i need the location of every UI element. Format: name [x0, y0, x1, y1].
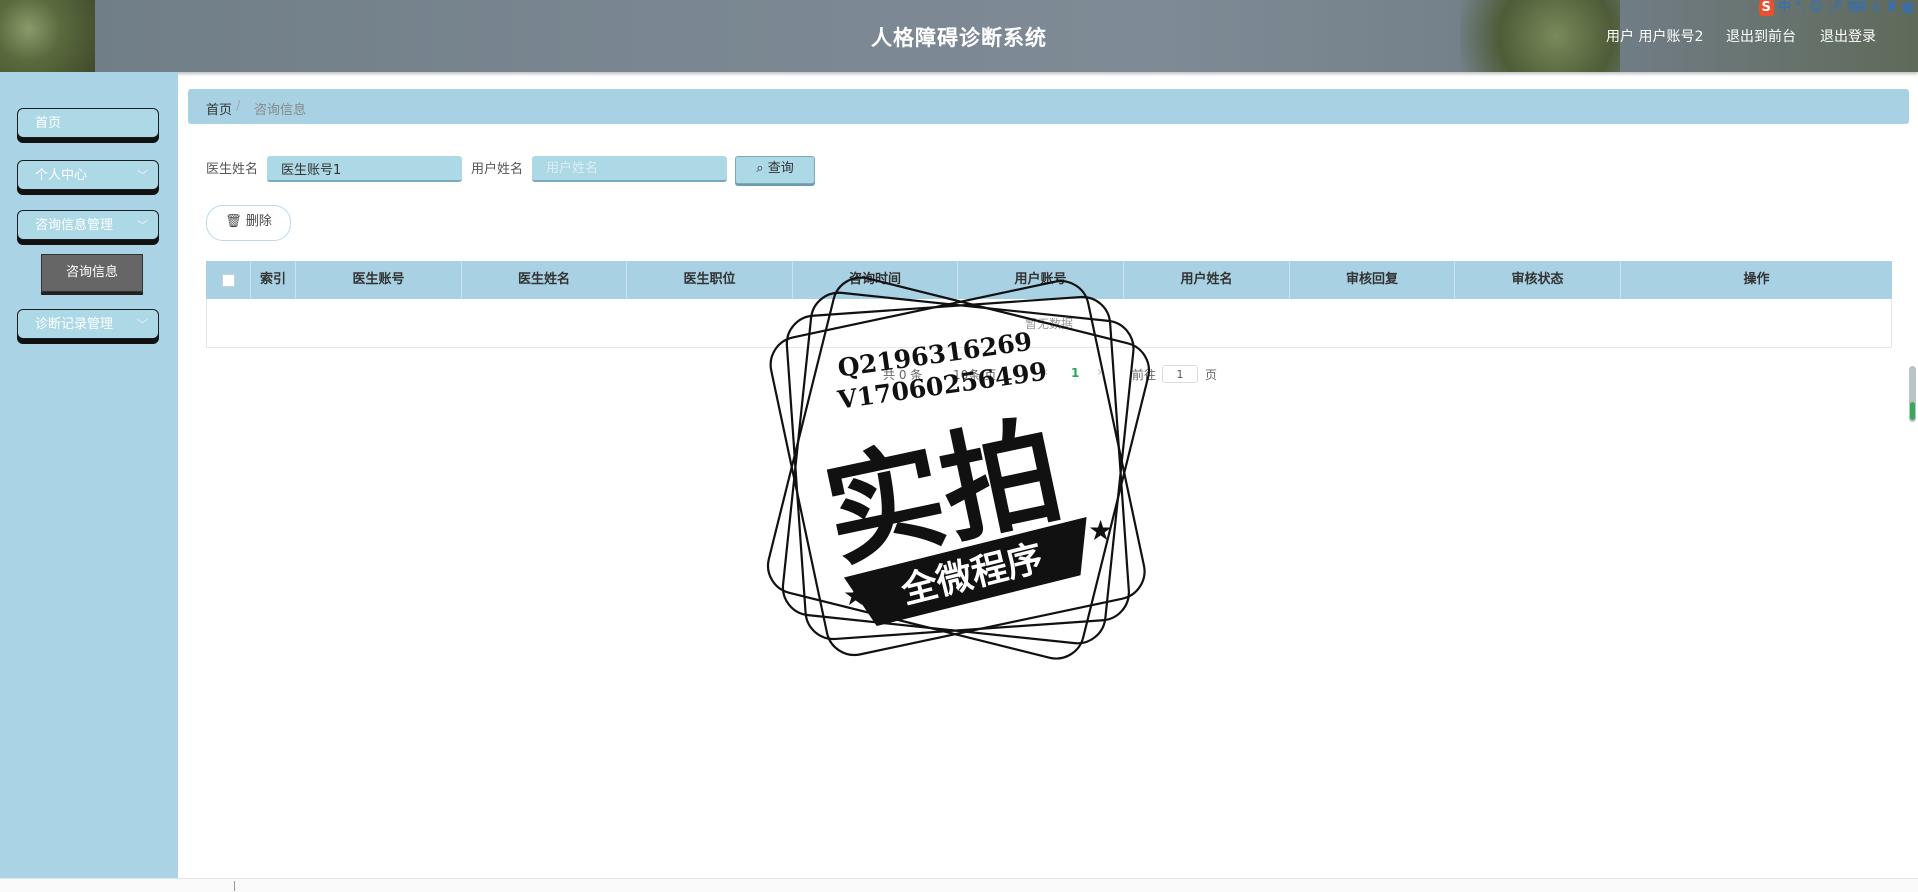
sidebar: 首页 个人中心 ﹀ 咨询信息管理 ﹀ 诊断记录管理 ﹀	[0, 72, 178, 878]
bottom-status-bar	[0, 878, 1918, 892]
skin-icon[interactable]: ♜	[1886, 0, 1898, 16]
chevron-down-icon: ﹀	[137, 318, 148, 331]
column-header[interactable]: 医生账号	[296, 261, 462, 299]
column-header[interactable]: 医生姓名	[462, 261, 627, 299]
select-all-cell	[206, 261, 251, 299]
emoji-icon[interactable]: ☺	[1810, 0, 1824, 16]
column-header[interactable]: 索引	[251, 261, 296, 299]
column-header[interactable]: 审核回复	[1290, 261, 1455, 299]
sidebar-item-personal-center[interactable]: 个人中心 ﹀	[17, 160, 159, 190]
chevron-down-icon: ﹀	[137, 169, 148, 182]
sidebar-item-home[interactable]: 首页	[17, 108, 159, 138]
watermark-stamp: Q2196316269 V17060256499 实拍 全微程序 ★ ★	[766, 276, 1151, 660]
breadcrumb: 首页 / 咨询信息	[188, 89, 1909, 124]
select-all-checkbox[interactable]	[221, 274, 235, 287]
vertical-scrollbar[interactable]	[1909, 366, 1916, 422]
page-suffix: 页	[1205, 368, 1218, 382]
user-icon[interactable]: ♙	[1870, 0, 1882, 16]
sidebar-item-label: 首页	[35, 116, 62, 131]
sogou-icon[interactable]: S	[1758, 0, 1774, 16]
column-header: 操作	[1743, 272, 1770, 287]
doctor-name-input[interactable]	[267, 156, 462, 182]
punctuation-mode[interactable]: °,	[1795, 0, 1806, 16]
sidebar-item-label: 个人中心	[35, 168, 88, 183]
star-icon: ★	[843, 579, 868, 612]
sidebar-item-label: 诊断记录管理	[35, 317, 114, 332]
top-header: 人格障碍诊断系统 用户 用户账号2 退出到前台 退出登录 S 中 °, ☺ 🎤︎…	[0, 0, 1918, 72]
sidebar-item-label: 咨询信息管理	[35, 218, 114, 233]
chevron-down-icon: ﹀	[137, 219, 148, 232]
user-name-label: 用户姓名	[471, 162, 524, 177]
breadcrumb-separator: /	[236, 99, 241, 114]
ime-toolbar: S 中 °, ☺ 🎤︎ ⌨ ♙ ♜ ▦	[1755, 0, 1918, 16]
doctor-name-label: 医生姓名	[206, 162, 259, 177]
keyboard-icon[interactable]: ⌨	[1848, 0, 1867, 16]
delete-button-label: 删除	[245, 214, 272, 229]
user-name-input[interactable]	[532, 156, 727, 182]
grid-menu-icon[interactable]: ▦	[1902, 0, 1914, 16]
delete-button[interactable]: 🗑︎ 删除	[206, 205, 291, 241]
column-header[interactable]: 审核状态	[1455, 261, 1621, 299]
star-icon: ★	[1088, 514, 1113, 547]
sidebar-item-diagnosis-management[interactable]: 诊断记录管理 ﹀	[17, 309, 159, 339]
trash-icon: 🗑︎	[225, 214, 242, 229]
back-to-frontend-link[interactable]: 退出到前台	[1726, 26, 1796, 46]
microphone-icon[interactable]: 🎤︎	[1827, 0, 1844, 16]
search-icon: ⌕	[756, 161, 764, 176]
ime-mode[interactable]: 中	[1778, 0, 1791, 16]
sidebar-subitem-consultation-info[interactable]: 咨询信息	[41, 254, 143, 292]
divider	[234, 881, 235, 891]
user-account-label: 用户 用户账号2	[1606, 29, 1704, 45]
search-button[interactable]: ⌕ 查询	[735, 156, 815, 184]
logout-link[interactable]: 退出登录	[1820, 26, 1876, 46]
breadcrumb-current: 咨询信息	[254, 103, 307, 118]
sidebar-item-consultation-management[interactable]: 咨询信息管理 ﹀	[17, 210, 159, 240]
breadcrumb-home[interactable]: 首页	[206, 99, 232, 118]
search-button-label: 查询	[767, 161, 794, 176]
